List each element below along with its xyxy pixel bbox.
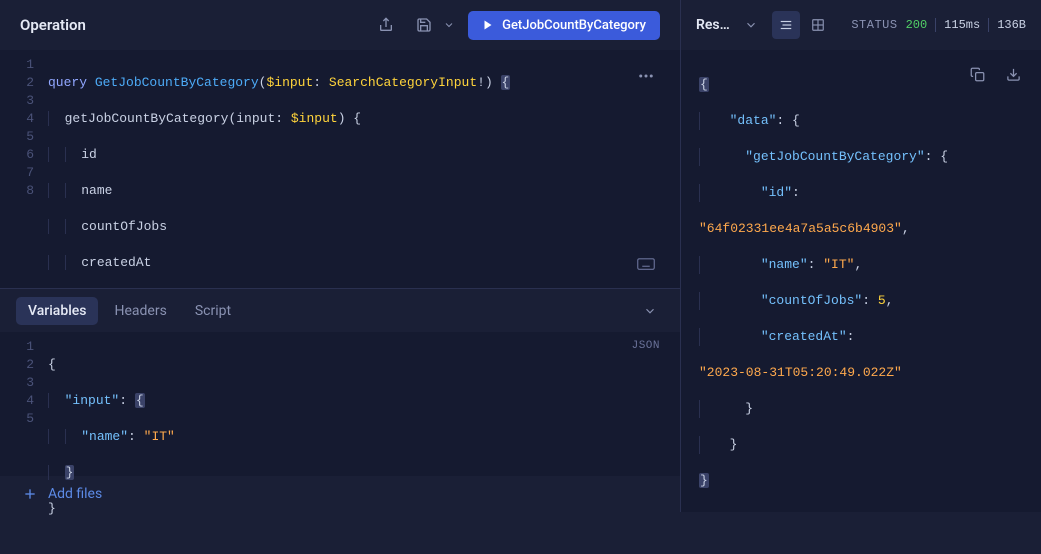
operation-header: Operation GetJobCountByCategory [0,0,680,50]
json-badge: JSON [632,340,660,352]
run-button-label: GetJobCountByCategory [502,18,646,33]
status-divider [935,18,936,32]
operation-title: Operation [20,16,86,34]
editor-gutter: 12345678 [0,56,48,288]
response-title: Response [696,17,736,33]
response-chevron-down-icon[interactable] [742,11,760,39]
run-button[interactable]: GetJobCountByCategory [468,11,660,40]
chevron-down-icon[interactable] [440,11,458,39]
play-icon [482,19,494,31]
status-divider [988,18,989,32]
collapse-icon[interactable] [636,297,664,325]
tab-variables[interactable]: Variables [16,297,98,325]
variables-tab-row: Variables Headers Script [0,288,680,332]
response-status: STATUS 200 115ms 136B [851,18,1026,32]
copy-icon[interactable] [963,60,991,88]
save-icon[interactable] [410,11,438,39]
keyboard-icon[interactable] [632,250,660,278]
response-json[interactable]: { "data": { "getJobCountByCategory": { "… [699,58,1041,512]
status-size: 136B [997,18,1026,32]
view-json-icon[interactable] [772,11,800,39]
status-time: 115ms [944,18,980,32]
variables-editor[interactable]: JSON 12345 { "input": { "name": "IT" } } [0,332,680,476]
editor-code[interactable]: query GetJobCountByCategory($input: Sear… [48,56,680,288]
variables-code[interactable]: { "input": { "name": "IT" } } [48,338,680,554]
download-icon[interactable] [999,60,1027,88]
view-table-icon[interactable] [804,11,832,39]
tab-script[interactable]: Script [183,297,243,325]
status-code: 200 [906,18,928,32]
status-label: STATUS [851,18,897,32]
share-icon[interactable] [372,11,400,39]
more-icon[interactable] [632,62,660,90]
response-body: { "data": { "getJobCountByCategory": { "… [681,50,1041,512]
response-header: Response STATUS 200 115ms [681,0,1041,50]
response-panel: Response STATUS 200 115ms [681,0,1041,512]
operation-editor[interactable]: 12345678 query GetJobCountByCategory($in… [0,50,680,288]
operation-panel: Operation GetJobCountByCategory [0,0,681,512]
variables-gutter: 12345 [0,338,48,554]
tab-headers[interactable]: Headers [102,297,178,325]
